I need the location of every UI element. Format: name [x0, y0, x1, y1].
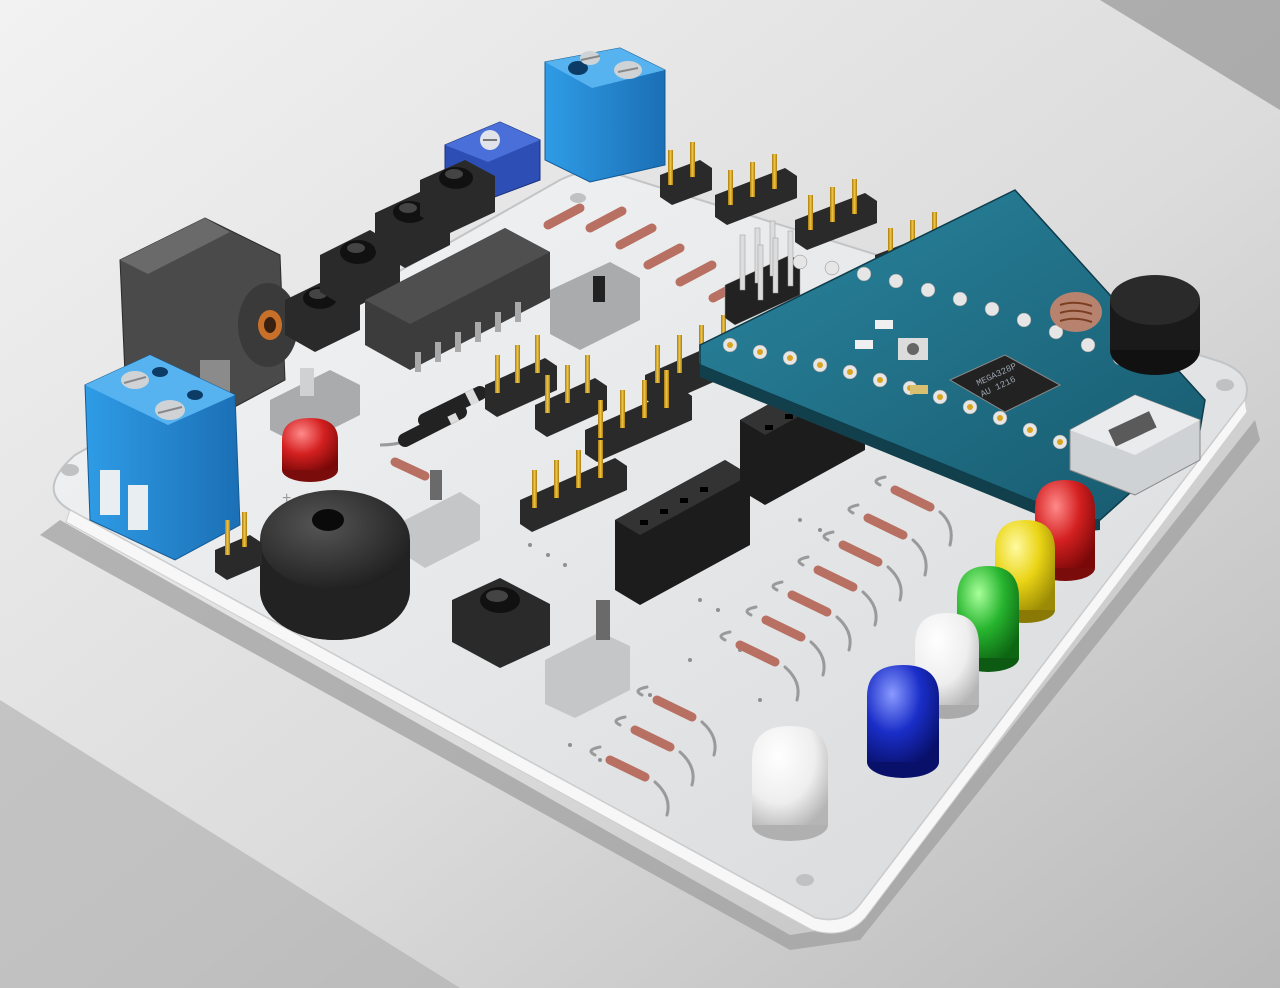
ldr-icon	[1050, 292, 1102, 332]
sensor-cylinder	[1110, 275, 1200, 375]
led-red-left	[282, 418, 338, 482]
buzzer-polarity-mark: +	[282, 490, 291, 507]
pcb-render-scene: + MEGA328P AU 1216	[0, 0, 1280, 988]
led-blue	[867, 665, 939, 778]
buzzer-icon: +	[260, 490, 410, 640]
led-white-bottom	[752, 726, 828, 841]
terminal-block-top	[544, 47, 666, 183]
